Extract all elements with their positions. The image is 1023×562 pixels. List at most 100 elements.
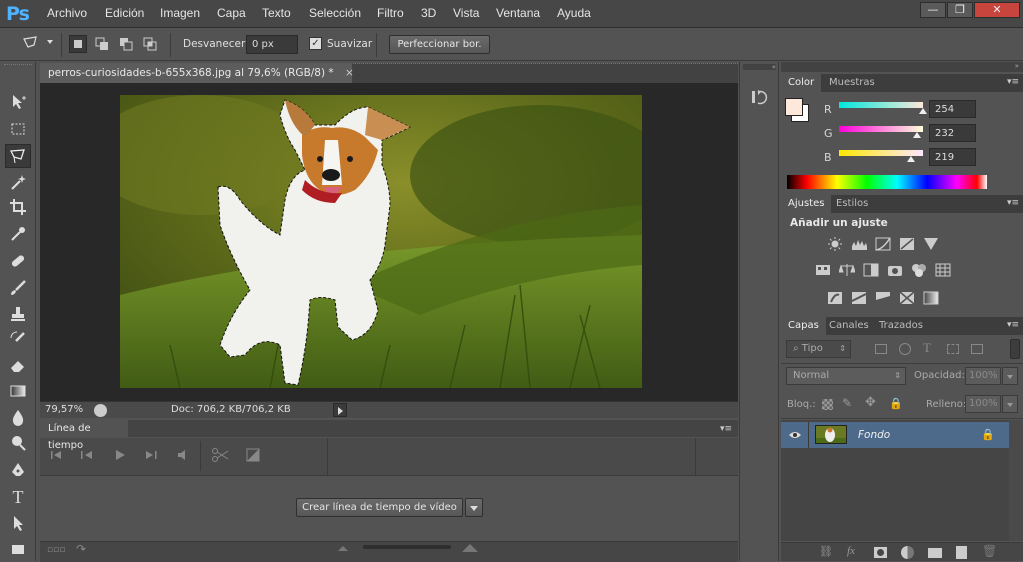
opacity-input[interactable]: 100% <box>965 367 1001 385</box>
selective-color-button[interactable] <box>899 291 915 305</box>
menu-imagen[interactable]: Imagen <box>160 6 200 20</box>
blend-mode-select[interactable]: Normal ⇕ <box>786 367 906 385</box>
exposure-button[interactable] <box>899 237 915 251</box>
b-input[interactable]: 219 <box>929 148 976 166</box>
close-tab-icon[interactable]: × <box>345 67 354 79</box>
tab-channels[interactable]: Canales <box>822 317 876 335</box>
vibrance-button[interactable] <box>923 237 939 251</box>
panel-menu-icon[interactable]: ▾≡ <box>1007 198 1019 208</box>
layer-thumbnail[interactable] <box>815 425 847 444</box>
document-tab[interactable]: perros-curiosidades-b-655x368.jpg al 79,… <box>40 63 354 83</box>
magic-wand-tool[interactable] <box>7 171 29 193</box>
layer-filter-select[interactable]: ⌕ Tipo ⇕ <box>786 340 851 358</box>
smart-object-filter-icon[interactable] <box>971 344 983 354</box>
polygonal-lasso-tool[interactable] <box>5 144 31 168</box>
channel-mixer-button[interactable] <box>911 263 927 277</box>
crop-tool[interactable] <box>7 196 29 218</box>
curves-button[interactable] <box>875 237 891 251</box>
lock-position-move-icon[interactable]: ✥ <box>865 395 876 410</box>
g-input[interactable]: 232 <box>929 124 976 142</box>
g-slider-thumb[interactable] <box>913 132 921 138</box>
black-white-button[interactable] <box>863 263 879 277</box>
document-image[interactable] <box>120 95 642 388</box>
timeline-grid-icon[interactable]: ▫▫▫ <box>47 545 65 555</box>
opacity-dropdown[interactable] <box>1002 367 1018 385</box>
feather-input[interactable]: 0 px <box>246 35 298 54</box>
layer-visibility-toggle[interactable] <box>781 422 809 448</box>
convert-arrow-icon[interactable]: ↷ <box>76 542 86 556</box>
foreground-color-swatch[interactable] <box>785 98 803 116</box>
tab-layers[interactable]: Capas <box>781 317 826 335</box>
eraser-tool[interactable] <box>7 354 29 376</box>
previous-frame-button[interactable] <box>80 449 94 464</box>
next-frame-button[interactable] <box>144 449 158 464</box>
tab-color[interactable]: Color <box>781 74 822 92</box>
play-button[interactable] <box>113 449 127 464</box>
add-mask-icon[interactable] <box>874 547 887 558</box>
split-button[interactable] <box>211 447 229 466</box>
menu-texto[interactable]: Texto <box>262 6 291 20</box>
fx-icon[interactable]: fx <box>847 545 855 557</box>
blur-tool[interactable] <box>7 406 29 428</box>
create-video-timeline-button[interactable]: Crear línea de tiempo de vídeo <box>296 498 463 517</box>
marquee-tool[interactable] <box>7 118 29 140</box>
menu-vista[interactable]: Vista <box>453 6 479 20</box>
layer-name[interactable]: Fondo <box>858 429 890 441</box>
tab-swatches[interactable]: Muestras <box>822 74 882 92</box>
layers-scrollbar[interactable] <box>1009 420 1023 541</box>
collapse-icon[interactable]: » <box>781 62 1023 72</box>
layer-row[interactable]: Fondo 🔒 <box>781 422 1009 448</box>
menu-archivo[interactable]: Archivo <box>47 6 87 20</box>
tool-preset-picker[interactable] <box>22 35 55 53</box>
panel-menu-icon[interactable]: ▾≡ <box>720 424 732 434</box>
move-tool[interactable] <box>7 91 29 113</box>
lock-all-icon[interactable]: 🔒 <box>889 397 903 410</box>
b-slider-thumb[interactable] <box>907 156 915 162</box>
fill-input[interactable]: 100% <box>965 395 1001 413</box>
r-input[interactable]: 254 <box>929 100 976 118</box>
lock-pixels-brush-icon[interactable]: ✎ <box>842 396 852 410</box>
new-adjustment-layer-icon[interactable] <box>901 546 914 559</box>
hue-saturation-button[interactable] <box>815 263 831 277</box>
levels-button[interactable] <box>851 237 867 251</box>
link-layers-icon[interactable]: ⛓ <box>819 545 833 558</box>
trash-icon[interactable]: 🗑 <box>982 544 997 558</box>
gradient-map-button[interactable] <box>923 291 939 305</box>
menu-3d[interactable]: 3D <box>421 6 436 20</box>
collapse-icon[interactable]: « <box>743 64 776 71</box>
panel-grip[interactable] <box>4 64 32 68</box>
timeline-tab[interactable]: Línea de tiempo <box>40 420 128 451</box>
filter-toggle[interactable] <box>1010 339 1020 359</box>
zoom-level[interactable]: 79,57% <box>45 404 83 415</box>
panel-menu-icon[interactable]: ▾≡ <box>1007 77 1019 87</box>
menu-seleccion[interactable]: Selección <box>309 6 361 20</box>
refine-edge-button[interactable]: Perfeccionar bor. <box>389 35 490 54</box>
color-balance-button[interactable] <box>839 263 855 277</box>
restore-button[interactable]: ❐ <box>947 2 973 18</box>
zoom-out-icon[interactable] <box>338 546 348 551</box>
clock-icon[interactable] <box>94 404 107 417</box>
pen-tool[interactable] <box>7 460 29 482</box>
menu-ventana[interactable]: Ventana <box>496 6 540 20</box>
type-tool[interactable]: T <box>7 486 29 508</box>
new-selection-button[interactable] <box>69 35 87 53</box>
eyedropper-tool[interactable] <box>7 223 29 245</box>
new-layer-icon[interactable] <box>956 546 967 559</box>
close-button[interactable]: ✕ <box>974 2 1020 18</box>
g-slider[interactable] <box>839 126 923 132</box>
dodge-tool[interactable] <box>7 432 29 454</box>
transition-button[interactable] <box>246 448 260 465</box>
lock-transparent-icon[interactable] <box>822 399 833 410</box>
subtract-selection-button[interactable] <box>117 35 135 53</box>
shape-filter-icon[interactable] <box>947 344 959 354</box>
new-group-folder-icon[interactable] <box>928 548 942 558</box>
menu-capa[interactable]: Capa <box>217 6 246 20</box>
fill-dropdown[interactable] <box>1002 395 1018 413</box>
status-menu-button[interactable] <box>333 403 347 417</box>
brush-tool[interactable] <box>7 277 29 299</box>
path-selection-tool[interactable] <box>7 512 29 534</box>
tab-paths[interactable]: Trazados <box>872 317 930 335</box>
timeline-type-dropdown[interactable] <box>465 498 483 517</box>
antialias-checkbox[interactable]: ✓ <box>309 37 322 50</box>
threshold-button[interactable] <box>875 291 891 305</box>
